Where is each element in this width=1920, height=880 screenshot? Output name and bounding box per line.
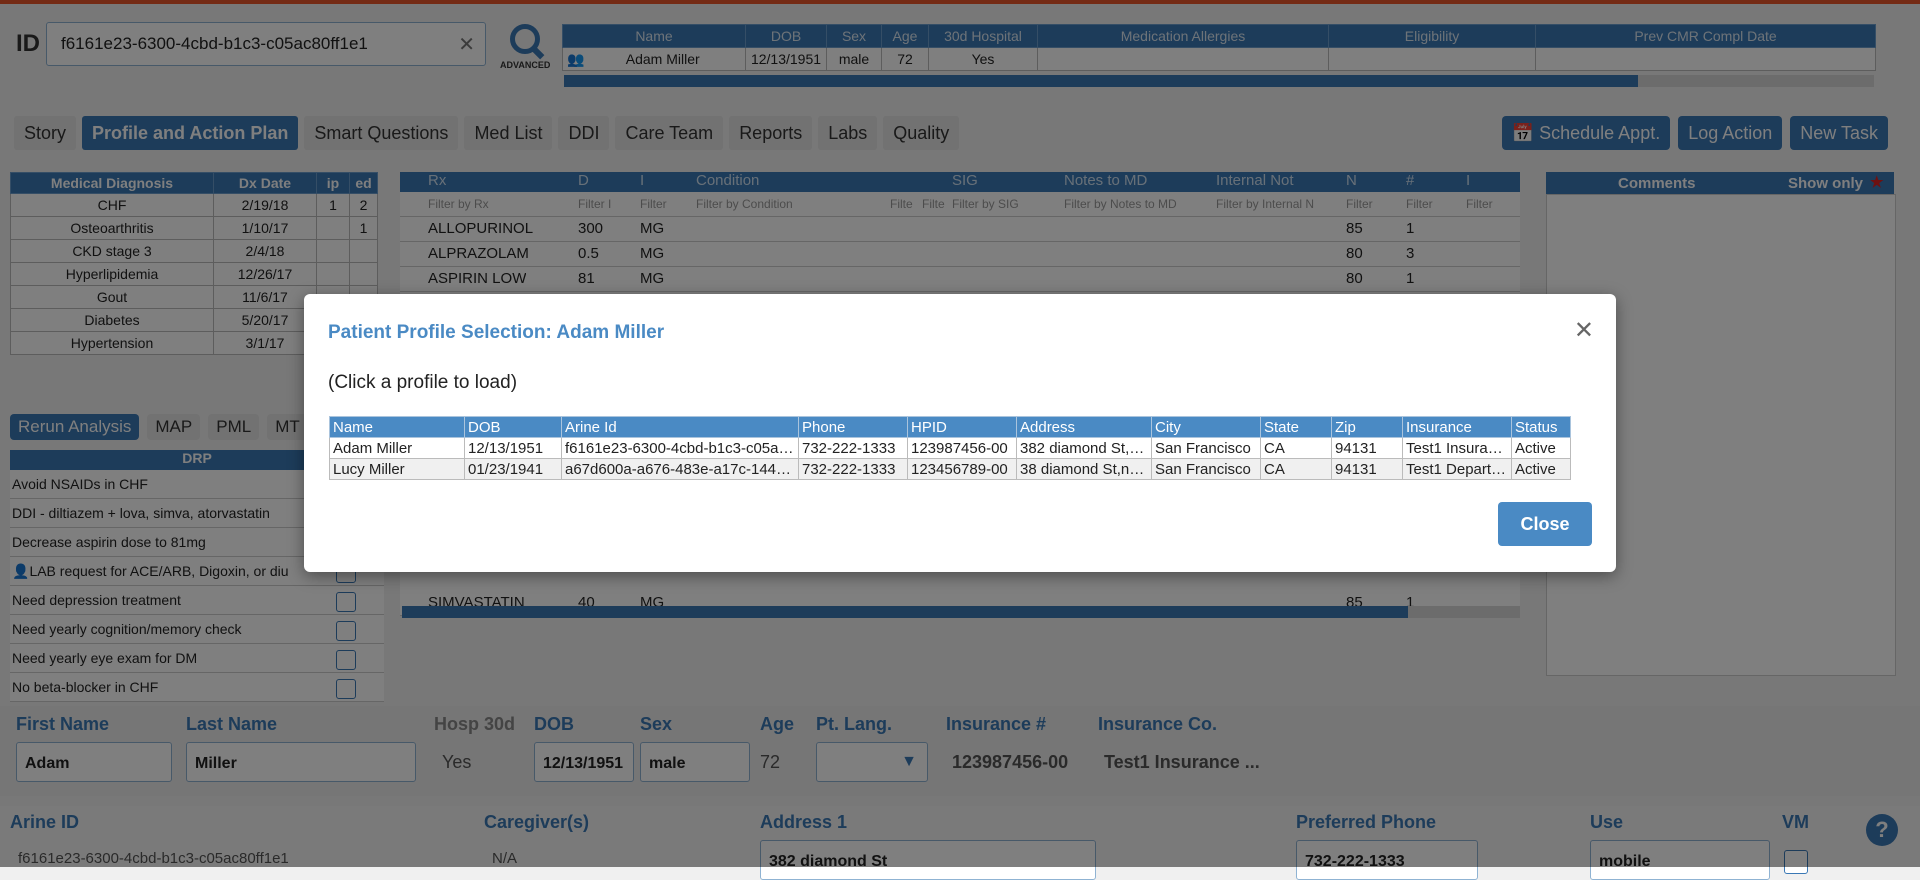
profile-table: Name DOB Arine Id Phone HPID Address Cit… [329,416,1571,480]
close-icon[interactable]: ✕ [1574,316,1594,345]
profile-selection-modal: Patient Profile Selection: Adam Miller ✕… [304,294,1616,572]
profile-row-lucy[interactable]: Lucy Miller 01/23/1941 a67d600a-a676-483e-… [329,458,1571,480]
profile-row-adam[interactable]: Adam Miller 12/13/1951 f6161e23-6300-4cbd-… [329,437,1571,459]
close-button[interactable]: Close [1498,502,1592,546]
modal-hint: (Click a profile to load) [328,372,518,393]
modal-title: Patient Profile Selection: Adam Miller [328,322,665,343]
